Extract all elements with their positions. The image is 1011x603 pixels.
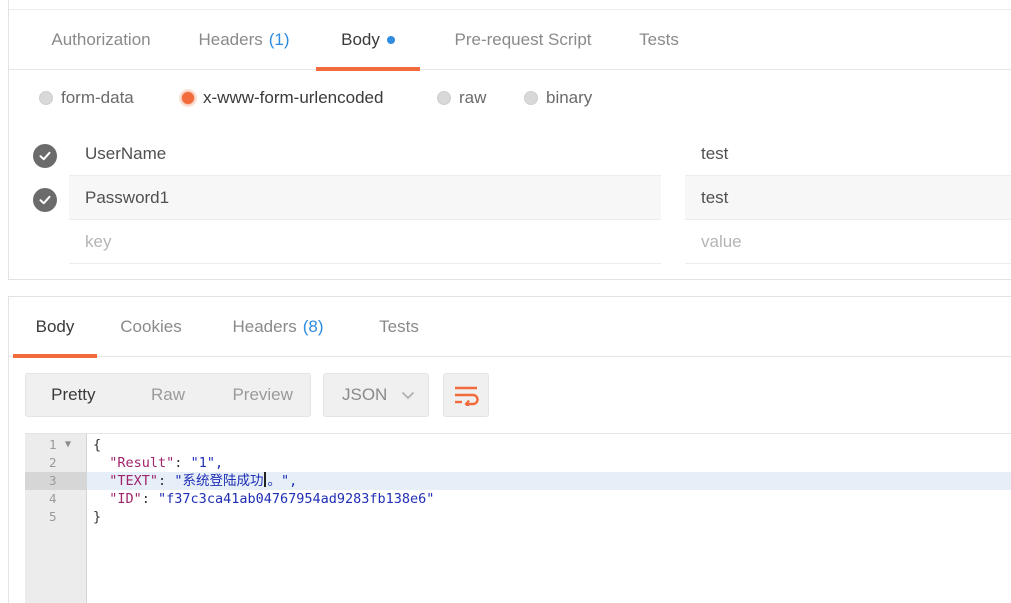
radio-circle-icon — [524, 91, 538, 105]
param-key-input[interactable]: UserName — [69, 132, 661, 176]
line-number: 4 — [49, 491, 57, 506]
radio-label: form-data — [61, 88, 134, 107]
line-number: 5 — [49, 509, 57, 524]
view-raw-button[interactable]: Raw — [121, 374, 216, 416]
json-value: 。", — [267, 473, 298, 489]
radio-label: x-www-form-urlencoded — [203, 88, 384, 107]
line-number: 2 — [49, 455, 57, 470]
tab-headers[interactable]: Headers (1) — [181, 10, 307, 70]
json-value: "1", — [190, 455, 224, 471]
radio-form-data[interactable]: form-data — [39, 76, 134, 120]
radio-selected-icon — [181, 91, 195, 105]
code-text: "ID": "f37c3ca41ab04767954ad9283fb138e6" — [109, 491, 435, 507]
code-line: 1 ▼ { — [25, 436, 1011, 454]
code-text: { — [93, 437, 102, 453]
new-param-row: key value — [9, 220, 1011, 264]
view-preview-button[interactable]: Preview — [215, 374, 310, 416]
format-value: JSON — [342, 385, 388, 404]
tab-response-tests[interactable]: Tests — [361, 297, 437, 357]
tab-label: Cookies — [120, 317, 182, 336]
tab-body[interactable]: Body — [316, 10, 420, 71]
param-row: UserName test — [9, 132, 1011, 176]
tab-label: Tests — [379, 317, 419, 336]
json-value: "系统登陆成功 — [174, 473, 264, 489]
param-value-input[interactable]: test — [685, 176, 1011, 220]
fold-arrow-icon[interactable]: ▼ — [65, 436, 71, 454]
tab-label: Authorization — [51, 30, 151, 49]
code-text: "Result": "1", — [109, 455, 224, 471]
headers-count: (1) — [268, 30, 290, 49]
body-type-radios: form-data x-www-form-urlencoded raw bina… — [9, 76, 1011, 120]
line-number: 1 — [49, 437, 57, 452]
radio-label: binary — [546, 88, 593, 107]
view-pretty-button[interactable]: Pretty — [26, 374, 121, 416]
response-panel: Body Cookies Headers (8) Tests Pretty Ra… — [8, 296, 1011, 603]
json-key: "ID" — [109, 491, 142, 507]
tab-label: Body — [341, 30, 380, 49]
new-value-input[interactable]: value — [685, 220, 1011, 264]
radio-binary[interactable]: binary — [524, 76, 592, 120]
line-number: 3 — [25, 472, 87, 490]
param-enabled-check-icon[interactable] — [33, 144, 57, 168]
code-line: 5 } — [25, 508, 1011, 526]
param-row: Password1 test — [9, 176, 1011, 220]
tab-tests[interactable]: Tests — [621, 10, 697, 70]
modified-dot-icon — [386, 36, 395, 44]
tab-label: Pre-request Script — [454, 30, 592, 49]
tab-label: Tests — [639, 30, 679, 49]
new-key-input[interactable]: key — [69, 220, 661, 264]
radio-circle-icon — [437, 91, 451, 105]
tab-label: Body — [35, 317, 75, 336]
radio-x-www-form-urlencoded[interactable]: x-www-form-urlencoded — [181, 76, 383, 120]
code-text: "TEXT": "系统登陆成功 。", — [109, 472, 298, 489]
tab-response-body[interactable]: Body — [13, 297, 97, 358]
json-key: "Result" — [109, 455, 175, 471]
param-enabled-check-icon[interactable] — [33, 188, 57, 212]
format-select[interactable]: JSON — [323, 373, 429, 417]
radio-raw[interactable]: raw — [437, 76, 486, 120]
radio-label: raw — [459, 88, 487, 107]
code-line: 4 "ID": "f37c3ca41ab04767954ad9283fb138e… — [25, 490, 1011, 508]
tab-pre-request-script[interactable]: Pre-request Script — [427, 10, 619, 70]
wrap-lines-icon — [455, 386, 479, 406]
response-code-editor[interactable]: 1 ▼ { 2 "Result": "1", 3 "TEXT": "系统登陆成功… — [25, 433, 1011, 603]
tab-label: Headers — [198, 30, 263, 49]
view-mode-segmented: Pretty Raw Preview — [25, 373, 311, 417]
tab-cookies[interactable]: Cookies — [105, 297, 197, 357]
response-tabs: Body Cookies Headers (8) Tests — [9, 297, 1011, 358]
param-key-input[interactable]: Password1 — [69, 176, 661, 220]
tab-label: Headers — [232, 317, 297, 336]
code-line: 2 "Result": "1", — [25, 454, 1011, 472]
headers-count: (8) — [302, 317, 324, 336]
request-tabs: Authorization Headers (1) Body Pre-reque… — [9, 10, 1011, 71]
wrap-lines-button[interactable] — [443, 373, 489, 417]
code-text: } — [93, 509, 102, 525]
tab-authorization[interactable]: Authorization — [21, 10, 181, 70]
tab-response-headers[interactable]: Headers (8) — [213, 297, 343, 357]
json-key: "TEXT" — [109, 473, 159, 489]
code-line-active: 3 "TEXT": "系统登陆成功 。", — [25, 472, 1011, 490]
top-strip — [9, 0, 1011, 10]
param-value-input[interactable]: test — [685, 132, 1011, 176]
chevron-down-icon — [401, 391, 415, 400]
request-panel: Authorization Headers (1) Body Pre-reque… — [8, 0, 1011, 280]
radio-circle-icon — [39, 91, 53, 105]
json-value: "f37c3ca41ab04767954ad9283fb138e6" — [158, 491, 435, 507]
